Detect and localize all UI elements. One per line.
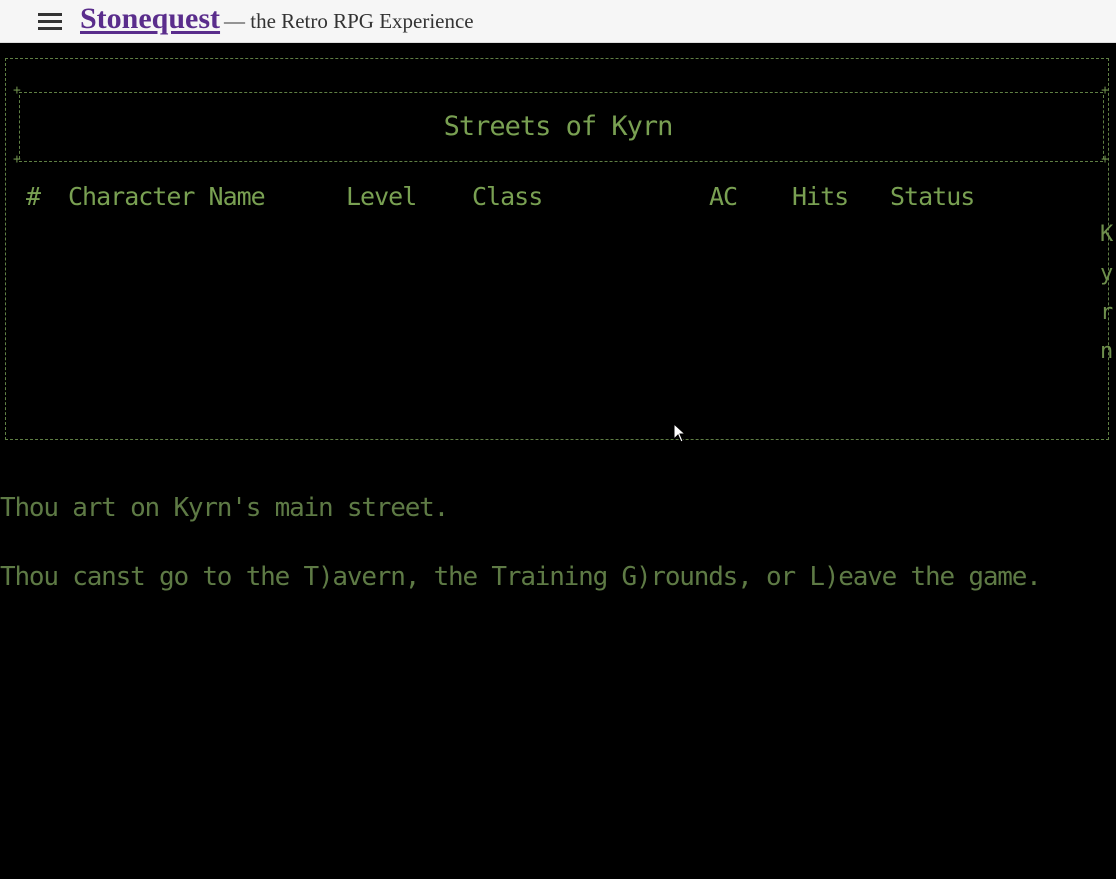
side-text: K y r n [1100,215,1116,371]
column-header-class: Class [472,182,543,211]
column-header-ac: AC [709,182,738,211]
brand-tagline: — the Retro RPG Experience [224,9,474,33]
party-panel: Streets of Kyrn # Character Name Level C… [5,58,1109,440]
column-header-level: Level [346,182,417,211]
options-message: Thou canst go to the T)avern, the Traini… [0,562,1042,592]
location-message: Thou art on Kyrn's main street. [0,493,449,523]
brand: Stonequest — the Retro RPG Experience [80,2,474,36]
side-letter: r [1100,300,1114,325]
game-terminal[interactable]: Streets of Kyrn # Character Name Level C… [0,43,1116,879]
top-bar: Stonequest — the Retro RPG Experience [0,0,1116,43]
column-header-character-name: Character Name [68,182,266,211]
column-header-number: # [26,182,41,211]
panel-divider-bottom [13,152,1109,167]
side-letter: n [1100,339,1114,364]
location-title: Streets of Kyrn [443,111,674,142]
side-letter: y [1100,261,1114,286]
column-header-hits: Hits [792,182,849,211]
column-header-status: Status [890,182,975,211]
brand-link[interactable]: Stonequest [80,2,220,35]
panel-divider-top [13,83,1109,98]
side-letter: K [1100,222,1114,247]
hamburger-menu-icon[interactable] [38,13,62,30]
mouse-cursor-icon [673,423,687,443]
